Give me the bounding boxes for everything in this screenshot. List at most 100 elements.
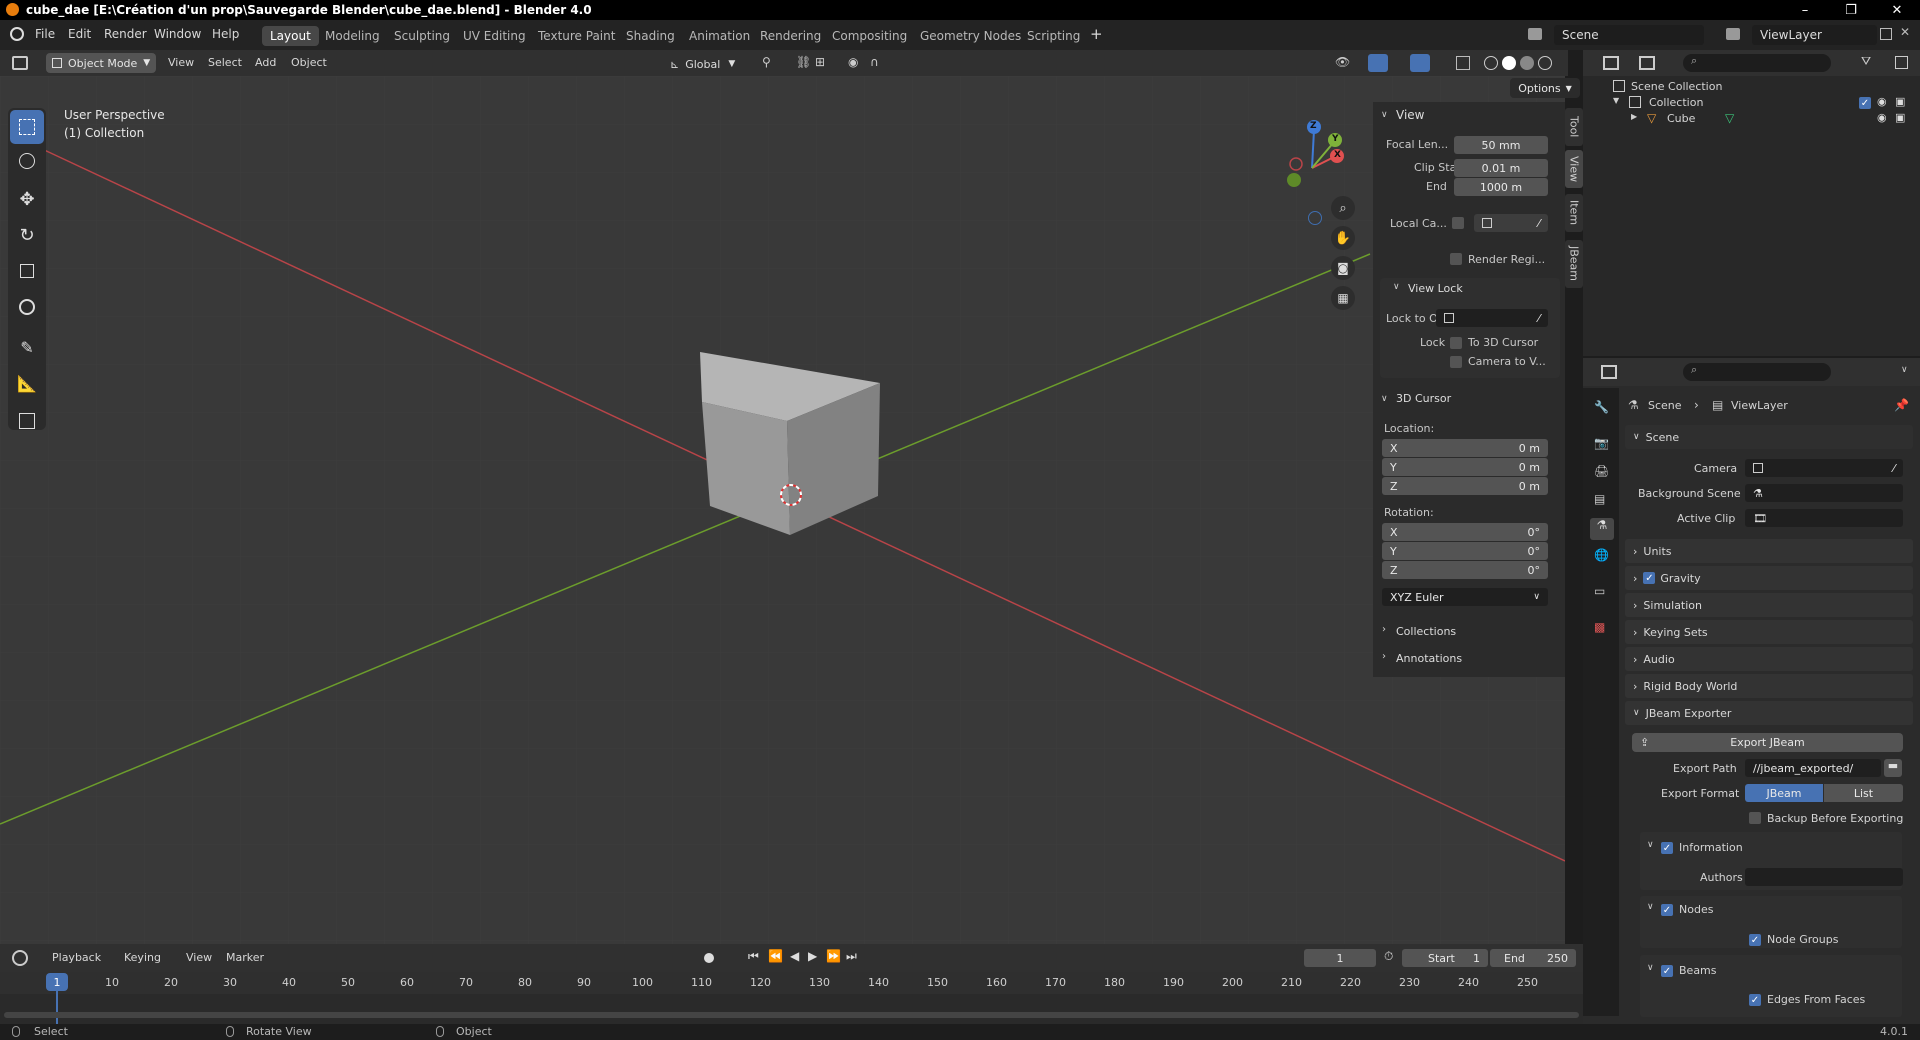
tab-view[interactable]: View	[1565, 150, 1583, 188]
remove-viewlayer-icon[interactable]: ✕	[1900, 25, 1910, 39]
collection-tab-icon[interactable]: ▭	[1594, 584, 1605, 598]
chevron-down-icon[interactable]: ∨	[1647, 840, 1654, 850]
eye-icon[interactable]: ◉	[1877, 95, 1887, 108]
audio-panel-header[interactable]: › Audio	[1625, 647, 1913, 671]
display-mode-icon[interactable]	[1639, 56, 1655, 70]
scene-panel-header[interactable]: ∨ Scene	[1625, 425, 1913, 449]
rotate-tool[interactable]: ↻	[10, 218, 44, 252]
cursor-location-x[interactable]: X 0 m	[1382, 439, 1548, 457]
gravity-panel-header[interactable]: › ✓ Gravity	[1625, 566, 1913, 590]
transform-tool[interactable]	[10, 290, 44, 324]
prev-keyframe-icon[interactable]: ⏪	[768, 949, 783, 963]
tab-layout[interactable]: Layout	[262, 26, 319, 46]
new-collection-icon[interactable]	[1895, 56, 1908, 69]
falloff-icon[interactable]: ∩	[870, 55, 879, 69]
chevron-down-icon[interactable]: ∨	[1393, 282, 1400, 292]
tab-animation[interactable]: Animation	[681, 26, 758, 46]
perspective-toggle-icon[interactable]: ▦	[1331, 286, 1355, 310]
rigid-body-panel-header[interactable]: › Rigid Body World	[1625, 674, 1913, 698]
texture-tab-icon[interactable]: ▩	[1594, 620, 1605, 634]
jump-start-icon[interactable]: ⏮	[748, 949, 759, 964]
tab-modeling[interactable]: Modeling	[317, 26, 388, 46]
output-tab-icon[interactable]: 🖨	[1594, 464, 1609, 478]
camera-view-icon[interactable]: ◙	[1331, 256, 1355, 280]
chevron-right-icon[interactable]: ›	[1382, 651, 1386, 662]
viewport-menu-object[interactable]: Object	[291, 56, 327, 69]
timeline-editor-icon[interactable]	[12, 950, 28, 966]
close-button[interactable]: ✕	[1874, 0, 1920, 20]
scene-tab-icon[interactable]: ⚗	[1590, 518, 1614, 540]
tab-shading[interactable]: Shading	[618, 26, 683, 46]
rotation-mode-dropdown[interactable]: XYZ Euler ∨	[1382, 588, 1548, 606]
tab-scripting[interactable]: Scripting	[1019, 26, 1088, 46]
timeline-menu-playback[interactable]: Playback	[52, 951, 101, 964]
viewport-menu-add[interactable]: Add	[255, 56, 276, 69]
chevron-down-icon[interactable]: ▼	[1613, 96, 1619, 105]
viewlayer-selector[interactable]: ViewLayer	[1752, 25, 1877, 45]
pan-hand-icon[interactable]: ✋	[1331, 226, 1355, 250]
menu-render[interactable]: Render	[104, 27, 147, 41]
render-region-checkbox[interactable]	[1450, 253, 1462, 265]
chevron-down-icon[interactable]: ∨	[1647, 963, 1654, 973]
cursor-rotation-y[interactable]: Y 0°	[1382, 542, 1548, 560]
chevron-right-icon[interactable]: ›	[1382, 624, 1386, 635]
beams-label[interactable]: Beams	[1679, 964, 1717, 977]
wireframe-shading-icon[interactable]	[1484, 56, 1498, 70]
clip-start-field[interactable]: 0.01 m	[1454, 159, 1548, 177]
chevron-down-icon[interactable]: ∨	[1381, 394, 1388, 404]
tab-geometry-nodes[interactable]: Geometry Nodes	[912, 26, 1029, 46]
eye-icon[interactable]: ◉	[1877, 111, 1887, 124]
eyedropper-icon[interactable]: ⁄	[1538, 217, 1540, 230]
xray-icon[interactable]	[1456, 56, 1470, 70]
annotations-header[interactable]: Annotations	[1396, 652, 1462, 665]
eyedropper-icon[interactable]: ⁄	[1538, 312, 1540, 325]
tab-tool[interactable]: Tool	[1565, 108, 1583, 146]
chevron-down-icon[interactable]: ∨	[1381, 110, 1388, 120]
view-lock-header[interactable]: View Lock	[1408, 282, 1463, 295]
jbeam-exporter-panel-header[interactable]: ∨ JBeam Exporter	[1625, 701, 1913, 725]
local-camera-field[interactable]: ⁄	[1474, 214, 1548, 232]
scene-collection-label[interactable]: Scene Collection	[1631, 80, 1722, 93]
gravity-checkbox[interactable]: ✓	[1643, 572, 1656, 584]
playhead[interactable]: 1	[46, 973, 68, 991]
edges-from-faces-checkbox[interactable]: ✓	[1749, 994, 1761, 1006]
cursor-rotation-x[interactable]: X 0°	[1382, 523, 1548, 541]
viewport-menu-select[interactable]: Select	[208, 56, 242, 69]
cursor-location-y[interactable]: Y 0 m	[1382, 458, 1548, 476]
move-tool[interactable]: ✥	[10, 182, 44, 216]
timeline-menu-view[interactable]: View	[186, 951, 212, 964]
add-cube-tool[interactable]	[10, 404, 44, 438]
eyedropper-icon[interactable]: ⁄	[1893, 462, 1895, 475]
snap-icon[interactable]: ⛓	[796, 55, 811, 69]
add-workspace-button[interactable]: +	[1090, 25, 1103, 43]
export-jbeam-button[interactable]: ⇪ Export JBeam	[1632, 733, 1903, 752]
tab-rendering[interactable]: Rendering	[752, 26, 829, 46]
lock-3d-cursor-checkbox[interactable]	[1450, 337, 1462, 349]
timeline-scrollbar[interactable]	[4, 1012, 1579, 1018]
blender-menu-icon[interactable]	[10, 27, 24, 41]
properties-search[interactable]: ⌕	[1683, 363, 1831, 381]
overlay-toggle-icon[interactable]	[1410, 54, 1430, 72]
information-checkbox[interactable]: ✓	[1661, 842, 1673, 854]
tab-texture-paint[interactable]: Texture Paint	[530, 26, 623, 46]
editor-type-icon[interactable]	[12, 56, 28, 70]
tab-compositing[interactable]: Compositing	[824, 26, 915, 46]
active-clip-field[interactable]: 🎞	[1745, 509, 1903, 527]
lock-to-object-field[interactable]: ⁄	[1436, 309, 1548, 327]
tab-sculpting[interactable]: Sculpting	[386, 26, 458, 46]
tab-uv-editing[interactable]: UV Editing	[455, 26, 534, 46]
simulation-panel-header[interactable]: › Simulation	[1625, 593, 1913, 617]
pivot-icon[interactable]: ⚲	[762, 55, 771, 69]
rendered-shading-icon[interactable]	[1538, 56, 1552, 70]
tab-jbeam[interactable]: JBeam	[1565, 240, 1583, 288]
nodes-label[interactable]: Nodes	[1679, 903, 1713, 916]
next-keyframe-icon[interactable]: ⏩	[826, 949, 841, 963]
collections-header[interactable]: Collections	[1396, 625, 1456, 638]
new-viewlayer-icon[interactable]	[1880, 28, 1892, 40]
filter-icon[interactable]: ⛛	[1861, 54, 1871, 69]
keying-sets-panel-header[interactable]: › Keying Sets	[1625, 620, 1913, 644]
backup-checkbox[interactable]	[1749, 812, 1761, 824]
background-scene-field[interactable]: ⚗	[1745, 484, 1903, 502]
solid-shading-icon[interactable]	[1502, 56, 1516, 70]
3d-viewport[interactable]: User Perspective (1) Collection Z X Y ⌕ …	[0, 76, 1565, 944]
